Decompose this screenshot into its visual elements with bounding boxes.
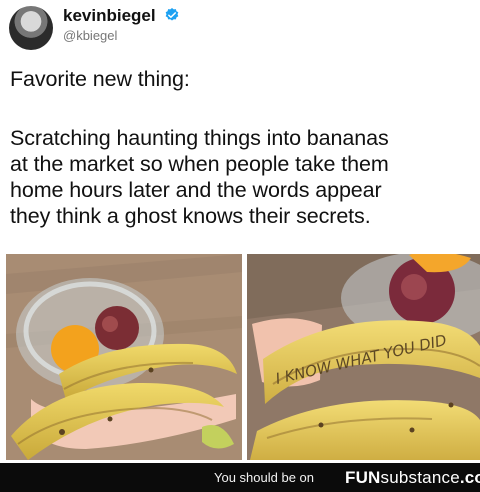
footer-prefix: You should be on <box>214 470 315 485</box>
etched-banana-illustration: I KNOW WHAT YOU DID <box>247 254 480 460</box>
tweet-line: they think a ghost knows their secrets. <box>10 204 371 228</box>
banana-bowl-illustration <box>6 254 242 460</box>
avatar[interactable] <box>9 6 53 50</box>
photo-grid: I KNOW WHAT YOU DID <box>0 254 480 464</box>
verified-badge-icon <box>166 8 179 21</box>
site-footer-banner: You should be on FUNsubstance.com <box>0 463 480 492</box>
tweet-text: Favorite new thing: Scratching haunting … <box>10 66 475 229</box>
tweet-line: home hours later and the words appear <box>10 178 382 202</box>
tweet-line: at the market so when people take them <box>10 152 389 176</box>
tweet-line: Scratching haunting things into bananas <box>10 126 389 150</box>
banana-photo-left[interactable] <box>6 254 242 460</box>
author-handle[interactable]: @kbiegel <box>63 28 117 44</box>
post-header: kevinbiegel @kbiegel <box>0 0 480 60</box>
tweet-line: Favorite new thing: <box>10 67 190 91</box>
author-name[interactable]: kevinbiegel <box>63 6 180 26</box>
brand-logo-link[interactable]: FUNsubstance.com <box>345 468 480 488</box>
banana-photo-right[interactable]: I KNOW WHAT YOU DID <box>247 254 480 460</box>
